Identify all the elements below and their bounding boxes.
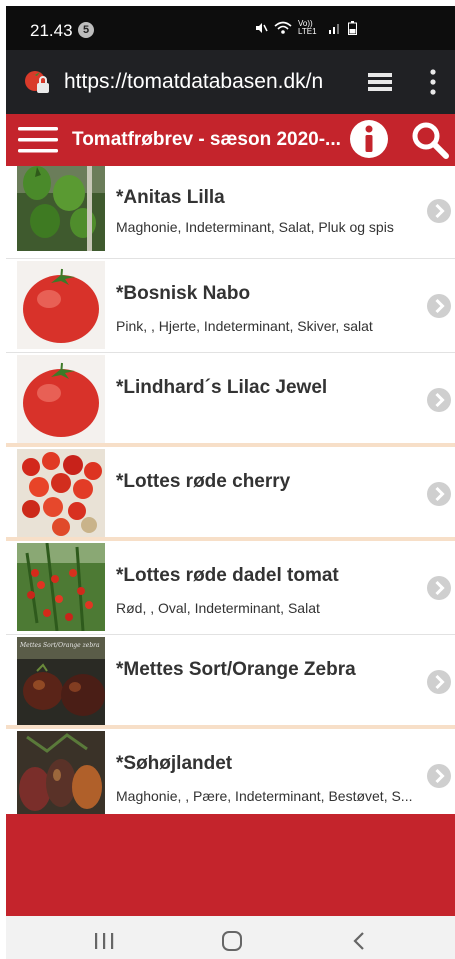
notification-badge: 5	[78, 22, 94, 38]
chevron-right-icon[interactable]	[427, 576, 451, 600]
page-title: Tomatfrøbrev - sæson 2020-...	[72, 129, 341, 150]
item-title: *Mettes Sort/Orange Zebra	[116, 659, 356, 680]
site-tomato-icon	[25, 71, 49, 93]
item-subtitle: Rød, , Oval, Indeterminant, Salat	[116, 600, 320, 616]
item-thumbnail-tomato-plant	[17, 543, 105, 631]
home-icon[interactable]	[220, 930, 244, 952]
hamburger-icon[interactable]	[18, 124, 60, 156]
item-thumbnail-red-tomato	[17, 355, 105, 443]
item-subtitle: Maghonie, Indeterminant, Salat, Pluk og …	[116, 219, 394, 235]
item-thumbnail-zebra-tomatoes: Mettes Sort/Orange zebra	[17, 637, 105, 725]
list-item[interactable]: *Lottes røde dadel tomat Rød, , Oval, In…	[6, 541, 455, 635]
system-nav-bar	[6, 916, 455, 959]
browser-toolbar: https://tomatdatabasen.dk/n	[6, 50, 455, 114]
item-title: *Anitas Lilla	[116, 187, 225, 208]
signal-icon	[329, 24, 339, 34]
thumbnail-caption: Mettes Sort/Orange zebra	[19, 642, 100, 649]
item-thumbnail-pear-tomatoes	[17, 731, 105, 814]
list-item[interactable]: *Bosnisk Nabo Pink, , Hjerte, Indetermin…	[6, 259, 455, 353]
menu-dots-icon[interactable]	[430, 68, 436, 96]
url-field[interactable]: https://tomatdatabasen.dk/n	[64, 70, 354, 94]
battery-icon	[348, 21, 357, 35]
chevron-right-icon[interactable]	[427, 764, 451, 788]
item-title: *Lindhard´s Lilac Jewel	[116, 377, 328, 398]
info-icon[interactable]	[348, 118, 390, 160]
chevron-right-icon[interactable]	[427, 199, 451, 223]
item-thumbnail-cherry-tomatoes	[17, 449, 105, 537]
chevron-right-icon[interactable]	[427, 482, 451, 506]
search-icon[interactable]	[410, 120, 450, 160]
status-time: 21.43	[30, 21, 73, 40]
item-subtitle: Pink, , Hjerte, Indeterminant, Skiver, s…	[116, 318, 373, 334]
back-icon[interactable]	[348, 930, 372, 952]
volte-icon: Vo)) LTE1	[298, 19, 317, 36]
wifi-icon	[274, 21, 292, 34]
tomato-list: *Anitas Lilla Maghonie, Indeterminant, S…	[6, 166, 455, 814]
chevron-right-icon[interactable]	[427, 388, 451, 412]
list-item[interactable]: *Søhøjlandet Maghonie, , Pære, Indetermi…	[6, 729, 455, 814]
status-icons: Vo)) LTE1	[254, 20, 357, 36]
item-subtitle: Maghonie, , Pære, Indeterminant, Bestøve…	[116, 788, 413, 804]
app-header: Tomatfrøbrev - sæson 2020-...	[6, 114, 455, 166]
item-thumbnail-green-tomatoes	[17, 166, 105, 251]
item-thumbnail-red-tomato	[17, 261, 105, 349]
item-title: *Bosnisk Nabo	[116, 283, 251, 304]
list-item[interactable]: *Lottes røde cherry	[6, 447, 455, 541]
list-item[interactable]: *Lindhard´s Lilac Jewel	[6, 353, 455, 447]
recents-icon[interactable]	[92, 930, 116, 952]
chevron-right-icon[interactable]	[427, 670, 451, 694]
chevron-right-icon[interactable]	[427, 294, 451, 318]
item-title: *Lottes røde cherry	[116, 471, 291, 492]
status-bar: 21.43 5 Vo)) LTE1	[6, 6, 455, 50]
phone-screen: 21.43 5 Vo)) LTE1 https://tomatdatabasen…	[6, 6, 455, 959]
item-title: *Søhøjlandet	[116, 753, 233, 774]
list-item[interactable]: *Anitas Lilla Maghonie, Indeterminant, S…	[6, 166, 455, 259]
tabs-icon[interactable]	[366, 72, 394, 92]
item-title: *Lottes røde dadel tomat	[116, 565, 339, 586]
mute-icon	[256, 23, 268, 33]
footer-area	[6, 814, 455, 916]
list-item[interactable]: Mettes Sort/Orange zebra *Mettes Sort/Or…	[6, 635, 455, 729]
